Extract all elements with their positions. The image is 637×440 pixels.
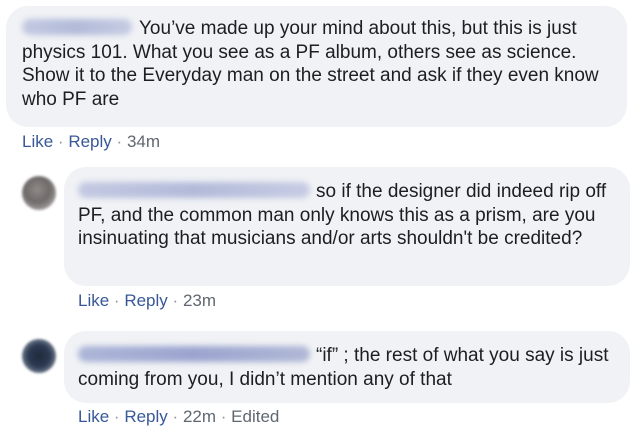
reply-link[interactable]: Reply [124,407,167,426]
comment-bubble: so if the designer did indeed rip off PF… [64,167,630,286]
comment-bubble: “if” ; the rest of what you say is just … [64,331,630,403]
like-link[interactable]: Like [78,291,109,310]
avatar[interactable] [22,176,56,210]
comment-thread: You’ve made up your mind about this, but… [0,0,637,440]
comment-actions: Like · Reply · 23m [78,291,216,311]
comment-actions: Like · Reply · 22m · Edited [78,407,279,427]
separator: · [57,132,64,151]
comment-actions: Like · Reply · 34m [22,132,160,152]
author-name-redacted[interactable] [78,346,310,362]
separator: · [116,132,123,151]
author-name-redacted[interactable] [78,182,310,198]
timestamp[interactable]: 22m [183,407,216,426]
reply-link[interactable]: Reply [124,291,167,310]
like-link[interactable]: Like [22,132,53,151]
separator: · [172,291,179,310]
avatar[interactable] [22,339,56,373]
author-name-redacted[interactable] [22,19,132,35]
timestamp[interactable]: 23m [183,291,216,310]
separator: · [172,407,179,426]
separator: · [113,291,120,310]
separator: · [113,407,120,426]
edited-label[interactable]: Edited [231,407,279,426]
reply-link[interactable]: Reply [68,132,111,151]
separator: · [220,407,227,426]
comment-bubble: You’ve made up your mind about this, but… [6,6,627,127]
like-link[interactable]: Like [78,407,109,426]
timestamp[interactable]: 34m [127,132,160,151]
